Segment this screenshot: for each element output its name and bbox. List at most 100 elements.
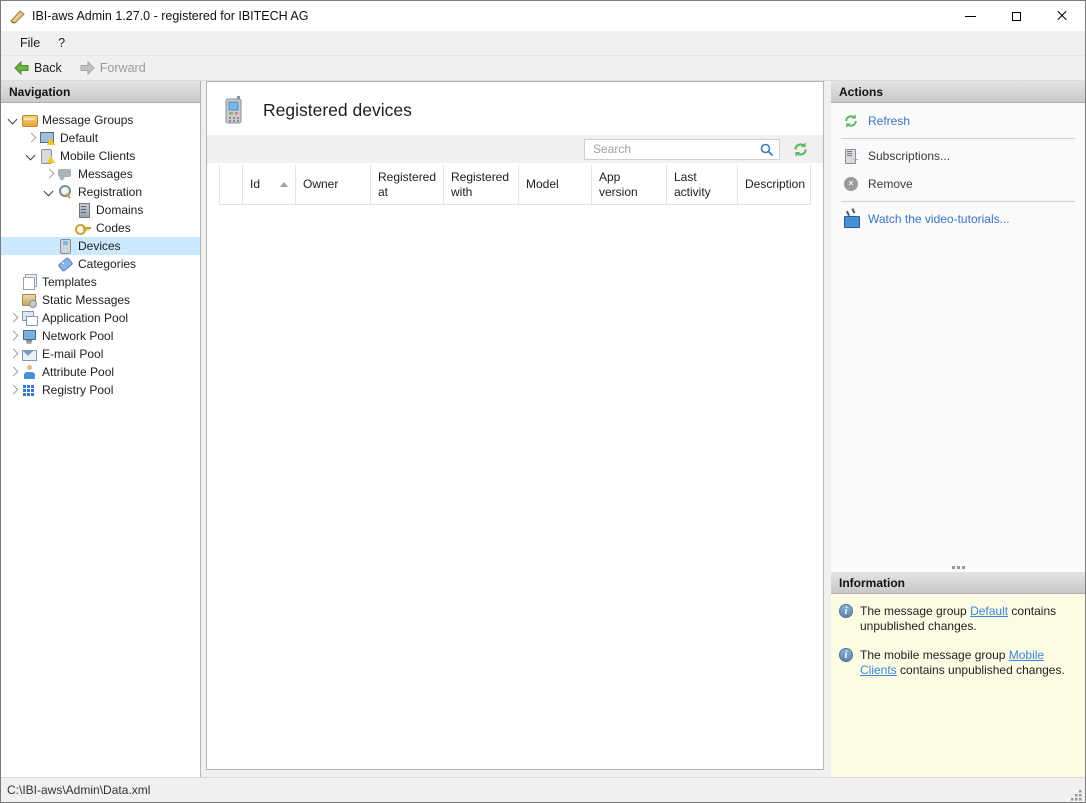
column-header-label: App version: [599, 170, 659, 200]
tree-item-registration[interactable]: Registration: [1, 183, 200, 201]
column-header-label: Registered with: [451, 170, 511, 200]
search-input[interactable]: [584, 139, 780, 160]
table-toolstrip: [207, 135, 823, 163]
column-header-label: Id: [250, 177, 260, 192]
column-header-registered-with[interactable]: Registered with: [444, 165, 519, 205]
registry-pool-icon: [21, 382, 37, 398]
tree-item-templates[interactable]: Templates: [1, 273, 200, 291]
tree-item-label: Static Messages: [42, 293, 130, 307]
page-title: Registered devices: [263, 100, 412, 121]
column-header-label: Registered at: [378, 170, 436, 200]
tree-item-codes[interactable]: Codes: [1, 219, 200, 237]
action-label: Remove: [868, 177, 913, 191]
categories-icon: [57, 256, 73, 272]
tree-item-application-pool[interactable]: Application Pool: [1, 309, 200, 327]
messages-icon: [57, 166, 73, 182]
expander-collapsed-icon[interactable]: [5, 346, 21, 362]
forward-button[interactable]: Forward: [73, 58, 153, 78]
column-header-description[interactable]: Description: [738, 165, 811, 205]
refresh-table-icon[interactable]: [792, 141, 809, 158]
expander-expanded-icon[interactable]: [5, 112, 21, 128]
tree-item-message-groups[interactable]: Message Groups: [1, 111, 200, 129]
tv-icon: [843, 211, 859, 227]
tree-item-network-pool[interactable]: Network Pool: [1, 327, 200, 345]
registration-icon: [57, 184, 73, 200]
tree-item-registry-pool[interactable]: Registry Pool: [1, 381, 200, 399]
action-subscriptions[interactable]: Subscriptions...: [831, 142, 1085, 170]
expander-collapsed-icon[interactable]: [5, 328, 21, 344]
main-panel: Registered devices Id Owner Registered at R…: [206, 81, 824, 770]
tree-item-messages[interactable]: Messages: [1, 165, 200, 183]
expander-collapsed-icon[interactable]: [5, 364, 21, 380]
tree-item-categories[interactable]: Categories: [1, 255, 200, 273]
window-title: IBI-aws Admin 1.27.0 - registered for IB…: [32, 9, 309, 23]
maximize-button[interactable]: [993, 1, 1039, 31]
column-header-id[interactable]: Id: [243, 165, 296, 205]
tree-item-devices[interactable]: Devices: [1, 237, 200, 255]
menu-item-file[interactable]: File: [11, 33, 49, 53]
action-label: Refresh: [868, 114, 910, 128]
expander-expanded-icon[interactable]: [41, 184, 57, 200]
expander-collapsed-icon[interactable]: [5, 382, 21, 398]
tree-item-label: Registration: [78, 185, 142, 199]
close-button[interactable]: [1039, 1, 1085, 31]
devices-icon: [57, 238, 73, 254]
info-message: i The message group Default contains unpu…: [839, 604, 1077, 634]
column-header-owner[interactable]: Owner: [296, 165, 371, 205]
actions-separator: [841, 138, 1075, 139]
info-link-default[interactable]: Default: [970, 604, 1008, 618]
action-remove[interactable]: Remove: [831, 170, 1085, 198]
panel-splitter[interactable]: [831, 562, 1085, 572]
column-header-label: Owner: [303, 177, 338, 192]
tree-item-mobile-clients[interactable]: Mobile Clients: [1, 147, 200, 165]
column-header-last-activity[interactable]: Last activity: [667, 165, 738, 205]
minimize-button[interactable]: [947, 1, 993, 31]
nav-toolbar: Back Forward: [1, 55, 1085, 81]
close-icon: [1056, 10, 1068, 22]
window-controls: [947, 1, 1085, 31]
info-message-text: The message group Default contains unpub…: [860, 604, 1077, 634]
column-header-registered-at[interactable]: Registered at: [371, 165, 444, 205]
column-header-model[interactable]: Model: [519, 165, 592, 205]
network-pool-icon: [21, 328, 37, 344]
column-header-selector[interactable]: [219, 165, 243, 205]
expander-placeholder: [59, 220, 75, 236]
search-icon[interactable]: [760, 143, 774, 157]
app-window: { "window": { "title": "IBI-aws Admin 1.…: [0, 0, 1086, 803]
static-messages-icon: [21, 292, 37, 308]
information-body: i The message group Default contains unpu…: [831, 594, 1085, 777]
tree-item-static-messages[interactable]: Static Messages: [1, 291, 200, 309]
action-watch-the-video-tutorials[interactable]: Watch the video-tutorials...: [831, 205, 1085, 233]
status-bar: C:\IBI-aws\Admin\Data.xml: [1, 777, 1085, 802]
expander-collapsed-icon[interactable]: [23, 130, 39, 146]
actions-list: Refresh Subscriptions... Remove Watch the v…: [831, 103, 1085, 237]
minimize-icon: [965, 16, 976, 17]
tree-item-label: Default: [60, 131, 98, 145]
action-refresh[interactable]: Refresh: [831, 107, 1085, 135]
tree-item-label: Registry Pool: [42, 383, 113, 397]
actions-separator: [841, 201, 1075, 202]
resize-grip[interactable]: [1070, 789, 1083, 802]
back-button[interactable]: Back: [7, 58, 69, 78]
menu-item-help[interactable]: ?: [49, 33, 74, 53]
expander-collapsed-icon[interactable]: [5, 310, 21, 326]
navigation-tree: Message Groups Default Mobile Clients Messa…: [1, 103, 200, 399]
tree-item-label: Message Groups: [42, 113, 133, 127]
expander-collapsed-icon[interactable]: [41, 166, 57, 182]
subscriptions-icon: [843, 148, 859, 164]
tree-item-label: Templates: [42, 275, 97, 289]
expander-expanded-icon[interactable]: [23, 148, 39, 164]
info-icon: i: [839, 648, 853, 662]
column-header-label: Model: [526, 177, 559, 192]
tree-item-default[interactable]: Default: [1, 129, 200, 147]
tree-item-attribute-pool[interactable]: Attribute Pool: [1, 363, 200, 381]
info-icon: i: [839, 604, 853, 618]
column-header-app-version[interactable]: App version: [592, 165, 667, 205]
info-message-text: The mobile message group Mobile Clients …: [860, 648, 1077, 678]
tree-item-label: Messages: [78, 167, 133, 181]
menu-bar: File ?: [1, 31, 1085, 55]
tree-item-e-mail-pool[interactable]: E-mail Pool: [1, 345, 200, 363]
tree-item-domains[interactable]: Domains: [1, 201, 200, 219]
tree-item-label: Application Pool: [42, 311, 128, 325]
app-icon: [9, 8, 26, 25]
